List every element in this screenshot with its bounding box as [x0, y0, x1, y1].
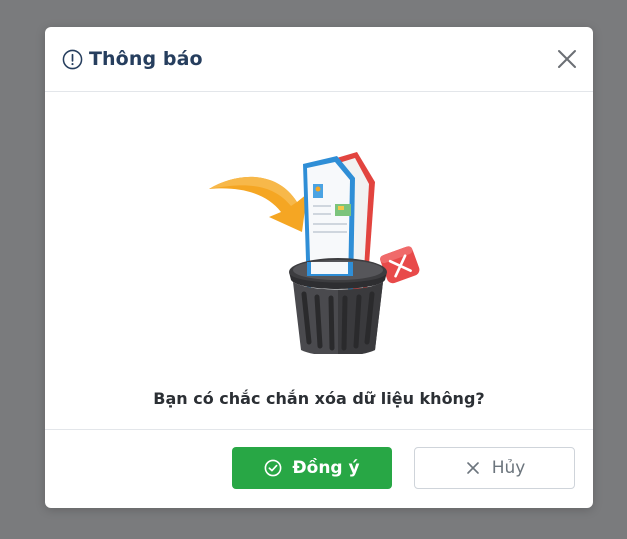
info-circle-icon: [62, 49, 83, 69]
cancel-button-label: Hủy: [491, 458, 526, 478]
dialog-footer: Đồng ý Hủy: [45, 430, 593, 508]
dialog-header: Thông báo: [45, 27, 593, 92]
cancel-button[interactable]: Hủy: [414, 447, 575, 489]
confirm-delete-dialog: Thông báo Bạn có chắc chắn xóa dữ liệu k…: [45, 27, 593, 508]
check-circle-icon: [264, 459, 282, 477]
confirm-button-label: Đồng ý: [292, 458, 360, 478]
trash-bin-with-documents-icon: [209, 152, 420, 354]
confirm-button[interactable]: Đồng ý: [232, 447, 392, 489]
x-icon: [466, 462, 479, 474]
close-icon[interactable]: [556, 48, 578, 70]
dialog-body: Bạn có chắc chắn xóa dữ liệu không?: [45, 92, 593, 430]
confirm-message: Bạn có chắc chắn xóa dữ liệu không?: [153, 389, 485, 408]
dialog-title-group: Thông báo: [62, 48, 203, 70]
dialog-title: Thông báo: [89, 48, 203, 70]
